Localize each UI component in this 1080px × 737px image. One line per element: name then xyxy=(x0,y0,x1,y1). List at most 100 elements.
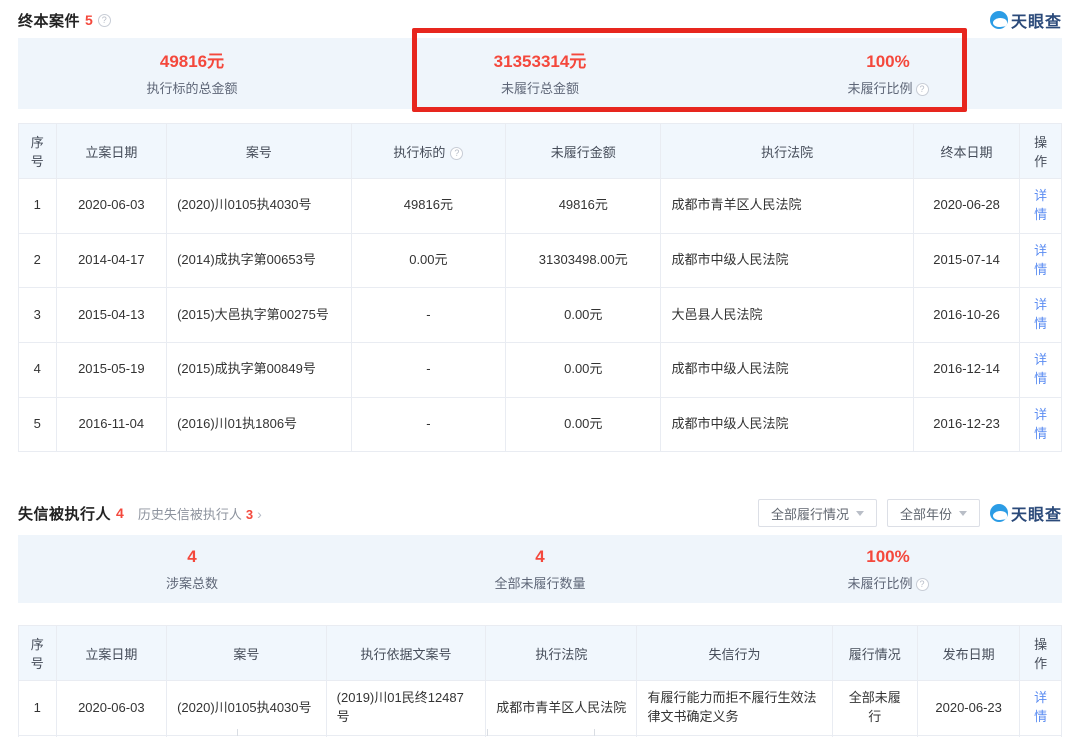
table-row: 12020-06-03(2020)川0105执4030号(2019)川01民终1… xyxy=(19,681,1062,736)
history-shixin-count: 3 xyxy=(246,507,253,522)
shixin-section-header: 失信被执行人 4 历史失信被执行人3› 全部履行情况 全部年份 天眼查 xyxy=(18,499,1062,527)
help-icon[interactable]: ? xyxy=(916,83,929,96)
help-icon[interactable]: ? xyxy=(450,147,463,160)
detail-link[interactable]: 详情 xyxy=(1034,407,1047,441)
stat-label: 未履行比例? xyxy=(714,78,1062,97)
column-header: 执行标的? xyxy=(351,124,505,179)
table-cell: (2020)川0105执4030号 xyxy=(167,179,352,234)
action-cell: 详情 xyxy=(1020,179,1062,234)
table-cell: 2014-04-17 xyxy=(56,233,167,288)
table-row: 42015-05-19(2015)成执字第00849号-0.00元成都市中级人民… xyxy=(19,343,1062,398)
table-cell: (2016)川01执1806号 xyxy=(167,397,352,452)
column-header: 未履行金额 xyxy=(506,124,661,179)
table-cell: (2015)成执字第00849号 xyxy=(167,343,352,398)
table-row: 12020-06-03(2020)川0105执4030号49816元49816元… xyxy=(19,179,1062,234)
action-cell: 详情 xyxy=(1020,343,1062,398)
zhongben-table: 序号立案日期案号执行标的?未履行金额执行法院终本日期操作12020-06-03(… xyxy=(18,123,1062,452)
table-cell: - xyxy=(351,288,505,343)
detail-link[interactable]: 详情 xyxy=(1034,297,1047,331)
table-row: 32015-04-13(2015)大邑执字第00275号-0.00元大邑县人民法… xyxy=(19,288,1062,343)
table-cell: 成都市青羊区人民法院 xyxy=(661,179,913,234)
table-cell: 2 xyxy=(19,233,57,288)
detail-link[interactable]: 详情 xyxy=(1034,243,1047,277)
column-header: 案号 xyxy=(167,124,352,179)
table-cell: 成都市青羊区人民法院 xyxy=(486,681,637,736)
column-header: 执行法院 xyxy=(661,124,913,179)
chevron-right-icon: › xyxy=(257,506,262,522)
table-cell: (2014)成执字第00653号 xyxy=(167,233,352,288)
table-cell: 2020-06-28 xyxy=(913,179,1019,234)
shixin-stats-band: 4 涉案总数 4 全部未履行数量 100% 未履行比例? xyxy=(18,535,1062,603)
filter-performance-dropdown[interactable]: 全部履行情况 xyxy=(758,499,877,527)
stat-unfulfilled-ratio: 100% 未履行比例? xyxy=(714,51,1062,97)
help-icon[interactable]: ? xyxy=(98,14,111,27)
table-cell: (2015)大邑执字第00275号 xyxy=(167,288,352,343)
table-cell: 成都市中级人民法院 xyxy=(661,397,913,452)
stat-value: 100% xyxy=(714,546,1062,568)
stat-value: 100% xyxy=(714,51,1062,73)
shixin-count: 4 xyxy=(116,505,124,521)
table-cell: 5 xyxy=(19,397,57,452)
table-cell: 2015-07-14 xyxy=(913,233,1019,288)
column-header: 履行情况 xyxy=(832,626,918,681)
stat-label: 执行标的总金额 xyxy=(18,78,366,97)
stat-value: 4 xyxy=(366,546,714,568)
history-shixin-link[interactable]: 历史失信被执行人3› xyxy=(138,504,262,523)
table-cell: 有履行能力而拒不履行生效法律文书确定义务 xyxy=(637,681,832,736)
table-cell: 2016-12-23 xyxy=(913,397,1019,452)
table-cell: 2016-10-26 xyxy=(913,288,1019,343)
zhongben-section-header: 终本案件 5 ? 天眼查 xyxy=(18,8,1062,32)
detail-link[interactable]: 详情 xyxy=(1034,188,1047,222)
tianyancha-logo-text: 天眼查 xyxy=(1011,8,1062,32)
filter-year-dropdown[interactable]: 全部年份 xyxy=(887,499,980,527)
column-header: 立案日期 xyxy=(56,626,167,681)
table-cell: - xyxy=(351,343,505,398)
stat-value: 4 xyxy=(18,546,366,568)
stat-unfulfilled-ratio: 100% 未履行比例? xyxy=(714,546,1062,592)
detail-link[interactable]: 详情 xyxy=(1034,690,1047,724)
tianyancha-logo-text: 天眼查 xyxy=(1011,501,1062,525)
table-cell: 49816元 xyxy=(506,179,661,234)
tianyancha-logo: 天眼查 xyxy=(990,8,1062,32)
tianyancha-logo: 天眼查 xyxy=(990,501,1062,525)
column-header: 操作 xyxy=(1020,124,1062,179)
table-cell: 1 xyxy=(19,179,57,234)
action-cell: 详情 xyxy=(1020,681,1062,736)
stat-total-target-amount: 49816元 执行标的总金额 xyxy=(18,51,366,97)
stat-label: 全部未履行数量 xyxy=(366,573,714,592)
table-cell: 1 xyxy=(19,681,57,736)
table-cell: - xyxy=(351,397,505,452)
table-cell: 0.00元 xyxy=(506,397,661,452)
zhongben-title: 终本案件 xyxy=(18,10,80,31)
column-header: 失信行为 xyxy=(637,626,832,681)
column-header: 立案日期 xyxy=(56,124,167,179)
action-cell: 详情 xyxy=(1020,397,1062,452)
table-cell: (2020)川0105执4030号 xyxy=(167,681,327,736)
stat-label: 涉案总数 xyxy=(18,573,366,592)
chevron-down-icon xyxy=(856,511,864,516)
table-cell: 0.00元 xyxy=(351,233,505,288)
stat-value: 31353314元 xyxy=(366,51,714,73)
chevron-down-icon xyxy=(959,511,967,516)
detail-link[interactable]: 详情 xyxy=(1034,352,1047,386)
stat-value: 49816元 xyxy=(18,51,366,73)
column-header: 案号 xyxy=(167,626,327,681)
column-header: 终本日期 xyxy=(913,124,1019,179)
table-cell: 3 xyxy=(19,288,57,343)
table-cell: 2015-05-19 xyxy=(56,343,167,398)
table-cell: 2020-06-03 xyxy=(56,681,167,736)
shixin-title: 失信被执行人 xyxy=(18,503,111,524)
table-cell: 2016-11-04 xyxy=(56,397,167,452)
table-cell: 2020-06-23 xyxy=(918,681,1020,736)
help-icon[interactable]: ? xyxy=(916,578,929,591)
table-cell: 2016-12-14 xyxy=(913,343,1019,398)
table-cell: (2019)川01民终12487号 xyxy=(326,681,486,736)
table-cell: 4 xyxy=(19,343,57,398)
column-header: 执行法院 xyxy=(486,626,637,681)
column-header: 执行依据文案号 xyxy=(326,626,486,681)
action-cell: 详情 xyxy=(1020,233,1062,288)
column-header: 序号 xyxy=(19,124,57,179)
tianyancha-logo-icon xyxy=(990,11,1008,29)
table-cell: 0.00元 xyxy=(506,288,661,343)
column-header: 发布日期 xyxy=(918,626,1020,681)
